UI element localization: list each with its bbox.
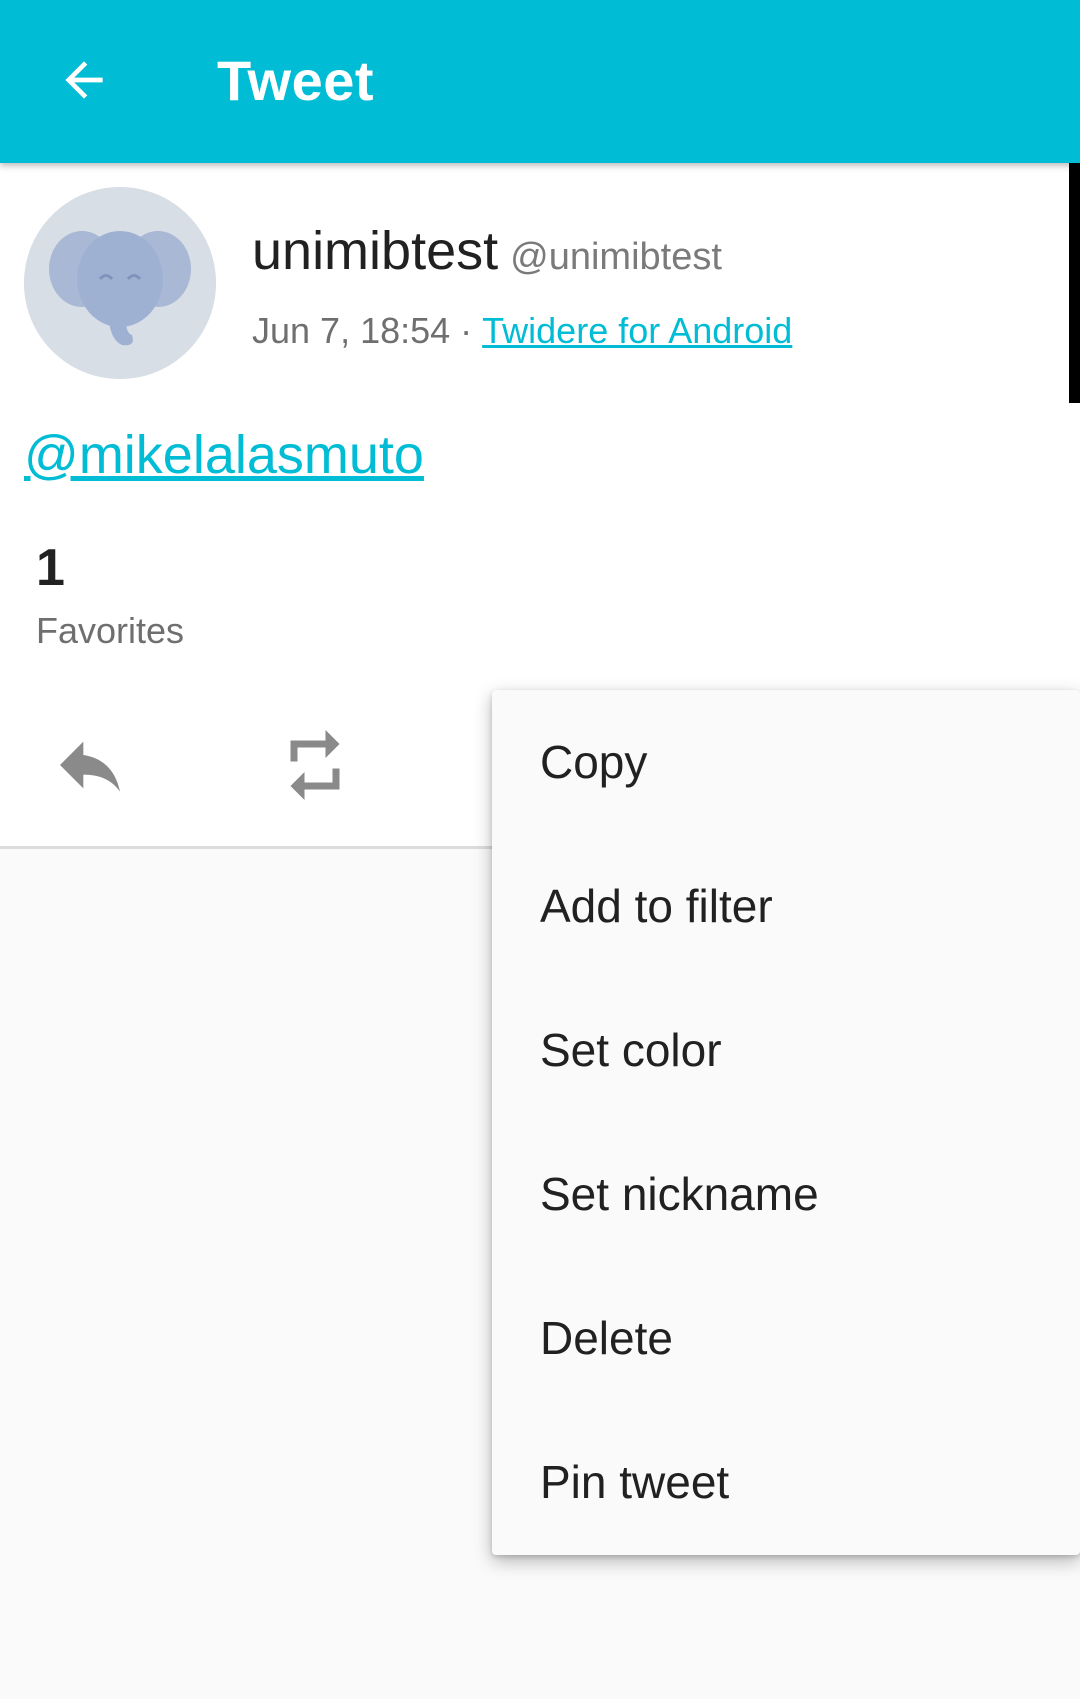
avatar[interactable] [24,187,216,379]
retweet-icon [290,730,340,800]
menu-item-pin-tweet[interactable]: Pin tweet [492,1410,1080,1554]
menu-item-add-to-filter[interactable]: Add to filter [492,834,1080,978]
scrollbar[interactable] [1069,163,1080,403]
name-line[interactable]: unimibtest @unimibtest [252,220,722,290]
mention-link[interactable]: @mikelalasmuto [24,420,424,490]
display-name[interactable]: unimibtest [252,220,498,282]
elephant-avatar-icon [24,187,216,379]
menu-item-copy[interactable]: Copy [492,690,1080,834]
tweet-time: Jun 7, 18:54 · [252,310,483,351]
menu-item-set-color[interactable]: Set color [492,978,1080,1122]
menu-item-set-nickname[interactable]: Set nickname [492,1122,1080,1266]
favorites-count[interactable]: 1 [36,538,65,598]
retweet-button[interactable] [265,725,365,805]
overflow-menu: Copy Add to filter Set color Set nicknam… [492,690,1080,1555]
screen-name[interactable]: @unimibtest [510,236,722,279]
source-link[interactable]: Twidere for Android [482,310,792,352]
menu-item-delete[interactable]: Delete [492,1266,1080,1410]
tweet-meta: Jun 7, 18:54 · Twidere for Android [252,306,792,356]
page-title: Tweet [217,48,375,112]
reply-button[interactable] [40,725,140,805]
favorites-label[interactable]: Favorites [36,610,184,652]
app-bar: Tweet [0,0,1080,163]
back-button[interactable] [48,44,120,116]
arrow-back-icon [65,61,103,99]
reply-icon [60,741,120,792]
